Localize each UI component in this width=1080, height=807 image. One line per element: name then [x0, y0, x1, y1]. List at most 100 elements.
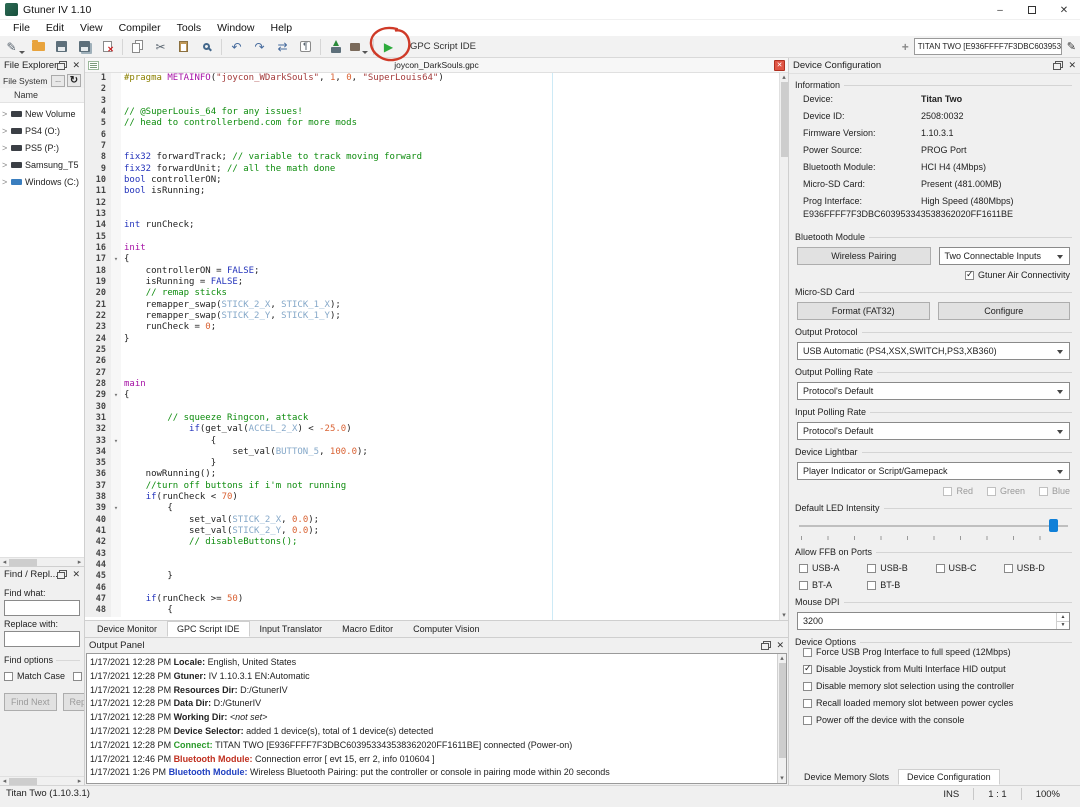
code-line[interactable]: 47 if(runCheck >= 50)	[85, 594, 779, 605]
code-line[interactable]: 17▾{	[85, 254, 779, 265]
find-input[interactable]	[4, 600, 80, 616]
code-line[interactable]: 9fix32 forwardUnit; // all the math done	[85, 164, 779, 175]
tab-gpc-script-ide[interactable]: GPC Script IDE	[167, 621, 250, 637]
scroll-right-icon[interactable]: ▸	[75, 777, 84, 785]
file-system-dropdown[interactable]: File System	[3, 76, 49, 86]
scroll-left-icon[interactable]: ◂	[0, 558, 9, 566]
format-fat32-button[interactable]: Format (FAT32)	[797, 302, 930, 320]
close-panel-icon[interactable]: ✕	[72, 569, 80, 580]
scroll-up-icon[interactable]: ▴	[780, 654, 784, 663]
menu-view[interactable]: View	[73, 21, 110, 35]
float-panel-icon[interactable]	[57, 572, 65, 579]
menu-help[interactable]: Help	[263, 21, 299, 35]
device-option-checkbox[interactable]	[803, 665, 812, 674]
scroll-down-icon[interactable]: ▾	[780, 774, 784, 783]
code-line[interactable]: 22 remapper_swap(STICK_2_Y, STICK_1_Y);	[85, 311, 779, 322]
build-button[interactable]	[347, 37, 370, 57]
device-option-checkbox[interactable]	[803, 716, 812, 725]
input-polling-dropdown[interactable]: Protocol's Default	[797, 422, 1070, 440]
output-vscrollbar[interactable]: ▴ ▾	[777, 654, 786, 783]
fold-marker-icon[interactable]: ▾	[111, 390, 121, 401]
whole-word-checkbox[interactable]	[73, 672, 82, 681]
mouse-dpi-spinner[interactable]: 3200 ▲▼	[797, 612, 1070, 630]
code-area[interactable]: 1#pragma METAINFO("joycon_WDarkSouls", 1…	[85, 73, 779, 620]
install-memory-button[interactable]	[324, 37, 347, 57]
red-checkbox[interactable]	[943, 487, 952, 496]
paste-button[interactable]	[172, 37, 195, 57]
code-line[interactable]: 32 if(get_val(ACCEL_2_X) < -25.0)	[85, 424, 779, 435]
find-panel-hscrollbar[interactable]: ◂ ▸	[0, 776, 84, 785]
fold-marker-icon[interactable]: ▾	[111, 503, 121, 514]
tab-device-configuration[interactable]: Device Configuration	[898, 769, 1000, 785]
code-line[interactable]: 31 // squeeze Ringcon, attack	[85, 413, 779, 424]
code-line[interactable]: 4// @SuperLouis_64 for any issues!	[85, 107, 779, 118]
wireless-pairing-button[interactable]: Wireless Pairing	[797, 247, 931, 265]
code-line[interactable]: 41 set_val(STICK_2_Y, 0.0);	[85, 526, 779, 537]
code-line[interactable]: 40 set_val(STICK_2_X, 0.0);	[85, 515, 779, 526]
scroll-thumb[interactable]	[779, 663, 786, 758]
save-button[interactable]	[50, 37, 73, 57]
code-line[interactable]: 35 }	[85, 458, 779, 469]
code-line[interactable]: 25	[85, 345, 779, 356]
code-line[interactable]: 26	[85, 356, 779, 367]
code-line[interactable]: 45 }	[85, 571, 779, 582]
code-line[interactable]: 8fix32 forwardTrack; // variable to trac…	[85, 152, 779, 163]
spin-up-icon[interactable]: ▲	[1057, 613, 1069, 621]
code-line[interactable]: 7	[85, 141, 779, 152]
tree-item[interactable]: >PS5 (P:)	[0, 139, 84, 156]
code-line[interactable]: 38 if(runCheck < 70)	[85, 492, 779, 503]
scroll-right-icon[interactable]: ▸	[75, 558, 84, 566]
code-line[interactable]: 28main	[85, 379, 779, 390]
code-line[interactable]: 12	[85, 198, 779, 209]
code-line[interactable]: 10bool controllerON;	[85, 175, 779, 186]
menu-tools[interactable]: Tools	[170, 21, 209, 35]
float-panel-icon[interactable]	[761, 643, 769, 650]
close-panel-icon[interactable]: ✕	[72, 60, 80, 71]
editor-tab-title[interactable]: joycon_DarkSouls.gpc	[99, 60, 774, 70]
code-line[interactable]: 33▾ {	[85, 436, 779, 447]
close-script-button[interactable]: ✕	[96, 37, 119, 57]
redo-button[interactable]: ↷	[248, 37, 271, 57]
code-line[interactable]: 2	[85, 84, 779, 95]
tree-item[interactable]: >New Volume	[0, 105, 84, 122]
bt-b-checkbox[interactable]	[867, 581, 876, 590]
menu-window[interactable]: Window	[210, 21, 261, 35]
code-line[interactable]: 21 remapper_swap(STICK_2_X, STICK_1_X);	[85, 300, 779, 311]
tab-device-memory-slots[interactable]: Device Memory Slots	[795, 769, 898, 785]
green-checkbox[interactable]	[987, 487, 996, 496]
tab-device-monitor[interactable]: Device Monitor	[87, 621, 167, 637]
code-line[interactable]: 18 controllerON = FALSE;	[85, 266, 779, 277]
code-line[interactable]: 5// head to controllerbend.com for more …	[85, 118, 779, 129]
close-button[interactable]: ✕	[1048, 0, 1080, 20]
code-line[interactable]: 36 nowRunning();	[85, 469, 779, 480]
fold-marker-icon[interactable]: ▾	[111, 254, 121, 265]
bt-a-checkbox[interactable]	[799, 581, 808, 590]
new-script-button[interactable]: ✎	[4, 37, 27, 57]
search-button[interactable]	[195, 37, 218, 57]
code-line[interactable]: 1#pragma METAINFO("joycon_WDarkSouls", 1…	[85, 73, 779, 84]
device-option-checkbox[interactable]	[803, 682, 812, 691]
output-protocol-dropdown[interactable]: USB Automatic (PS4,XSX,SWITCH,PS3,XB360)	[797, 342, 1070, 360]
gtuner-air-checkbox[interactable]	[965, 271, 974, 280]
save-all-button[interactable]	[73, 37, 96, 57]
usb-b-checkbox[interactable]	[867, 564, 876, 573]
name-column-header[interactable]: Name	[0, 88, 84, 103]
tab-macro-editor[interactable]: Macro Editor	[332, 621, 403, 637]
spin-down-icon[interactable]: ▼	[1057, 621, 1069, 630]
close-panel-icon[interactable]: ✕	[776, 640, 784, 651]
close-panel-icon[interactable]: ✕	[1068, 60, 1076, 71]
maximize-button[interactable]	[1016, 0, 1048, 20]
menu-edit[interactable]: Edit	[39, 21, 71, 35]
scroll-down-icon[interactable]: ▾	[782, 611, 786, 620]
editor-vscrollbar[interactable]: ▴ ▾	[779, 73, 788, 620]
device-option-checkbox[interactable]	[803, 648, 812, 657]
edit-pencil-icon[interactable]: ✎	[1067, 40, 1076, 53]
close-editor-tab-button[interactable]: ✕	[774, 60, 785, 71]
led-intensity-slider[interactable]	[799, 519, 1068, 533]
code-line[interactable]: 24}	[85, 334, 779, 345]
menu-file[interactable]: File	[6, 21, 37, 35]
code-line[interactable]: 30	[85, 402, 779, 413]
float-panel-icon[interactable]	[1053, 63, 1061, 70]
code-line[interactable]: 20 // remap sticks	[85, 288, 779, 299]
scroll-thumb[interactable]	[9, 559, 37, 566]
